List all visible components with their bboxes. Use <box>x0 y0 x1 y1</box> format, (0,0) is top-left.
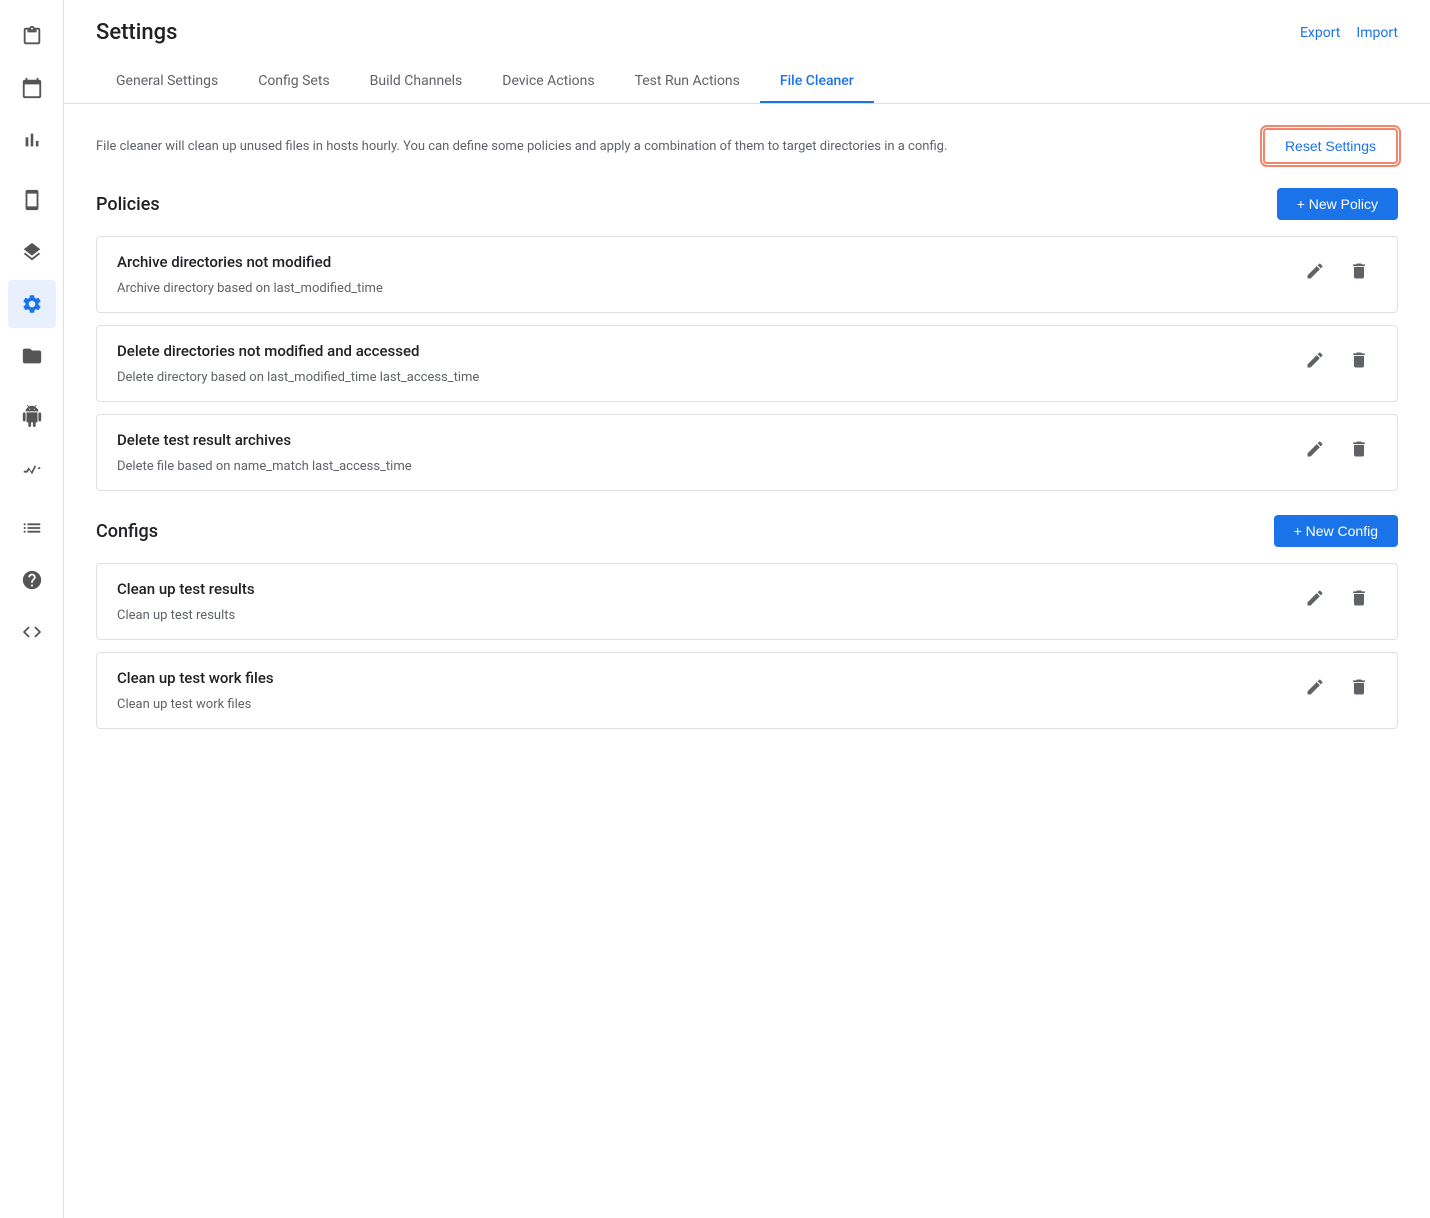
config-card-1: Clean up test work files Clean up test w… <box>96 652 1398 729</box>
edit-icon <box>1305 677 1325 697</box>
config-card-0-desc: Clean up test results <box>117 608 1281 623</box>
policy-card-2-desc: Delete file based on name_match last_acc… <box>117 459 1281 474</box>
policy-card-0-actions <box>1297 253 1377 289</box>
sidebar-item-folder[interactable] <box>8 332 56 380</box>
config-card-1-content: Clean up test work files Clean up test w… <box>117 669 1281 712</box>
info-text: File cleaner will clean up unused files … <box>96 139 1239 154</box>
configs-section: Configs + New Config Clean up test resul… <box>96 515 1398 729</box>
policy-card-2-actions <box>1297 431 1377 467</box>
config-card-0-delete-button[interactable] <box>1341 580 1377 616</box>
config-card-0-title: Clean up test results <box>117 580 1281 598</box>
header: Settings Export Import General Settings … <box>64 0 1430 104</box>
policy-card-2: Delete test result archives Delete file … <box>96 414 1398 491</box>
config-card-1-title: Clean up test work files <box>117 669 1281 687</box>
header-actions: Export Import <box>1300 25 1398 41</box>
config-card-1-edit-button[interactable] <box>1297 669 1333 705</box>
new-policy-button[interactable]: + New Policy <box>1277 188 1398 220</box>
tab-device-actions[interactable]: Device Actions <box>482 61 614 103</box>
policy-card-0-edit-button[interactable] <box>1297 253 1333 289</box>
bar-chart-icon <box>21 129 43 151</box>
sidebar-item-monitoring[interactable] <box>8 444 56 492</box>
policy-card-0-delete-button[interactable] <box>1341 253 1377 289</box>
folder-icon <box>21 345 43 367</box>
clipboard-icon <box>21 25 43 47</box>
policy-card-1-edit-button[interactable] <box>1297 342 1333 378</box>
pulse-icon <box>21 457 43 479</box>
policy-card-2-delete-button[interactable] <box>1341 431 1377 467</box>
content-area: File cleaner will clean up unused files … <box>64 104 1430 1218</box>
edit-icon <box>1305 439 1325 459</box>
layers-icon <box>21 241 43 263</box>
sidebar-item-devices[interactable] <box>8 176 56 224</box>
policy-card-2-title: Delete test result archives <box>117 431 1281 449</box>
delete-icon <box>1349 677 1369 697</box>
delete-icon <box>1349 439 1369 459</box>
policy-card-1-content: Delete directories not modified and acce… <box>117 342 1281 385</box>
tab-test-run-actions[interactable]: Test Run Actions <box>615 61 760 103</box>
policy-card-1: Delete directories not modified and acce… <box>96 325 1398 402</box>
import-link[interactable]: Import <box>1356 25 1398 41</box>
tab-general-settings[interactable]: General Settings <box>96 61 238 103</box>
edit-icon <box>1305 350 1325 370</box>
tab-config-sets[interactable]: Config Sets <box>238 61 349 103</box>
config-card-1-desc: Clean up test work files <box>117 697 1281 712</box>
info-bar: File cleaner will clean up unused files … <box>96 128 1398 164</box>
policy-card-1-actions <box>1297 342 1377 378</box>
sidebar <box>0 0 64 1218</box>
sidebar-item-list[interactable] <box>8 504 56 552</box>
policy-card-0-title: Archive directories not modified <box>117 253 1281 271</box>
config-card-0: Clean up test results Clean up test resu… <box>96 563 1398 640</box>
policy-card-0: Archive directories not modified Archive… <box>96 236 1398 313</box>
page-title: Settings <box>96 20 177 45</box>
calendar-icon <box>21 77 43 99</box>
config-card-0-edit-button[interactable] <box>1297 580 1333 616</box>
delete-icon <box>1349 588 1369 608</box>
help-icon <box>21 569 43 591</box>
tabs-nav: General Settings Config Sets Build Chann… <box>96 61 1398 103</box>
config-card-0-actions <box>1297 580 1377 616</box>
policy-card-1-delete-button[interactable] <box>1341 342 1377 378</box>
sidebar-item-clipboard[interactable] <box>8 12 56 60</box>
new-config-button[interactable]: + New Config <box>1274 515 1398 547</box>
policies-section: Policies + New Policy Archive directorie… <box>96 188 1398 491</box>
policy-card-0-content: Archive directories not modified Archive… <box>117 253 1281 296</box>
sidebar-item-settings[interactable] <box>8 280 56 328</box>
sidebar-item-layers[interactable] <box>8 228 56 276</box>
settings-icon <box>21 293 43 315</box>
tab-file-cleaner[interactable]: File Cleaner <box>760 61 874 103</box>
code-icon <box>21 621 43 643</box>
config-card-1-delete-button[interactable] <box>1341 669 1377 705</box>
tab-build-channels[interactable]: Build Channels <box>350 61 483 103</box>
edit-icon <box>1305 261 1325 281</box>
main-content: Settings Export Import General Settings … <box>64 0 1430 1218</box>
sidebar-item-code[interactable] <box>8 608 56 656</box>
sidebar-item-analytics[interactable] <box>8 116 56 164</box>
policies-section-header: Policies + New Policy <box>96 188 1398 220</box>
export-link[interactable]: Export <box>1300 25 1340 41</box>
delete-icon <box>1349 261 1369 281</box>
header-top: Settings Export Import <box>96 20 1398 45</box>
sidebar-item-help[interactable] <box>8 556 56 604</box>
mobile-icon <box>21 189 43 211</box>
reset-settings-button[interactable]: Reset Settings <box>1263 128 1398 164</box>
sidebar-item-android[interactable] <box>8 392 56 440</box>
list-icon <box>21 517 43 539</box>
sidebar-item-calendar[interactable] <box>8 64 56 112</box>
android-icon <box>21 405 43 427</box>
config-card-0-content: Clean up test results Clean up test resu… <box>117 580 1281 623</box>
configs-section-header: Configs + New Config <box>96 515 1398 547</box>
config-card-1-actions <box>1297 669 1377 705</box>
edit-icon <box>1305 588 1325 608</box>
policy-card-1-title: Delete directories not modified and acce… <box>117 342 1281 360</box>
configs-title: Configs <box>96 521 158 542</box>
policies-title: Policies <box>96 194 160 215</box>
policy-card-1-desc: Delete directory based on last_modified_… <box>117 370 1281 385</box>
policy-card-2-content: Delete test result archives Delete file … <box>117 431 1281 474</box>
policy-card-2-edit-button[interactable] <box>1297 431 1333 467</box>
delete-icon <box>1349 350 1369 370</box>
policy-card-0-desc: Archive directory based on last_modified… <box>117 281 1281 296</box>
